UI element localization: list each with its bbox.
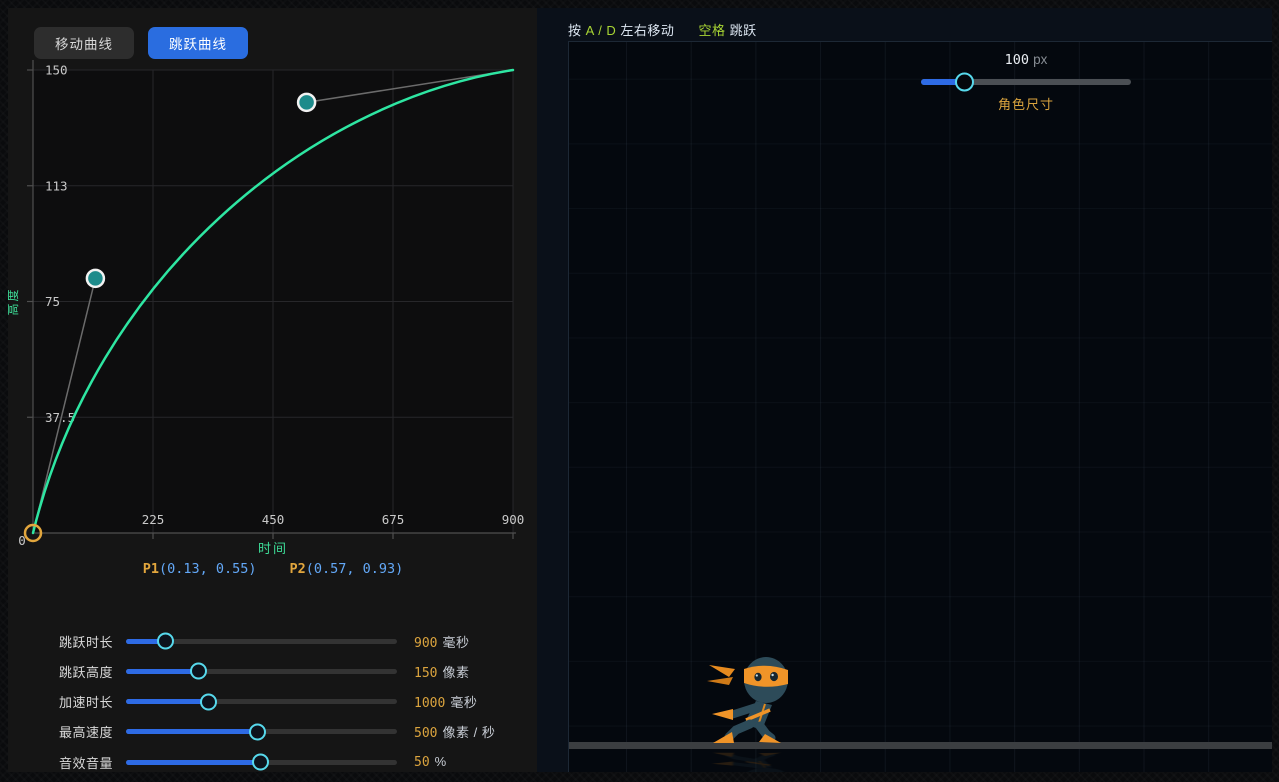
slider-thumb[interactable] xyxy=(190,663,207,680)
slider-thumb[interactable] xyxy=(200,693,217,710)
size-value-row: 100 px xyxy=(921,52,1131,68)
character-size-slider[interactable] xyxy=(921,79,1131,85)
p2-value: (0.57, 0.93) xyxy=(306,561,404,577)
settings-sliders: 跳跃时长900毫秒跳跃高度150像素加速时长1000毫秒最高速度500像素 / … xyxy=(59,630,537,772)
game-area: 100 px 角色尺寸 xyxy=(568,41,1272,772)
hint-jump-key: 空格 xyxy=(698,23,725,38)
slider-value-unit: % xyxy=(435,754,447,769)
slider-row: 音效音量 50% xyxy=(59,751,537,772)
game-panel: 按 A / D 左右移动 空格 跳跃 100 px 角色尺寸 xyxy=(537,8,1272,772)
slider-track[interactable] xyxy=(126,729,397,734)
slider-label: 跳跃时长 xyxy=(59,632,116,651)
y-axis-title: 高度 xyxy=(8,287,20,315)
size-value: 100 xyxy=(1005,52,1029,68)
hint-move-keys: A / D xyxy=(586,23,617,38)
hint-move: 按 A / D 左右移动 xyxy=(568,20,674,39)
x-tick-label: 675 xyxy=(382,512,405,527)
slider-value: 50% xyxy=(414,754,447,770)
slider-row: 跳跃时长 900 毫秒 xyxy=(59,630,537,652)
slider-value-number: 1000 xyxy=(414,696,445,711)
p1-value: (0.13, 0.55) xyxy=(159,561,257,577)
slider-fill xyxy=(126,760,260,765)
slider-value-unit: 毫秒 xyxy=(450,695,477,710)
controls-hint: 按 A / D 左右移动 空格 跳跃 xyxy=(568,20,757,39)
slider-thumb[interactable] xyxy=(955,73,974,92)
slider-fill xyxy=(126,669,198,674)
slider-thumb[interactable] xyxy=(252,754,269,771)
slider-track[interactable] xyxy=(126,669,397,674)
slider-value: 1000 毫秒 xyxy=(414,692,477,711)
character-size-control: 100 px 角色尺寸 xyxy=(921,52,1131,113)
slider-value-unit: 毫秒 xyxy=(442,635,469,650)
slider-value-unit: 像素 xyxy=(442,665,469,680)
p2-readout: P2(0.57, 0.93) xyxy=(290,561,404,578)
control-point-p2[interactable] xyxy=(298,94,315,111)
slider-thumb[interactable] xyxy=(249,723,266,740)
slider-label: 最高速度 xyxy=(59,722,116,741)
slider-value-unit: 像素 / 秒 xyxy=(442,725,495,740)
slider-value-number: 900 xyxy=(414,636,437,651)
slider-value: 150 像素 xyxy=(414,662,470,681)
slider-fill xyxy=(126,699,208,704)
bezier-curve-editor: 22545067590037.5751131500高度时间 xyxy=(8,8,537,608)
hint-jump: 空格 跳跃 xyxy=(698,20,756,39)
slider-track[interactable] xyxy=(126,639,397,644)
p1-readout: P1(0.13, 0.55) xyxy=(143,561,257,578)
slider-row: 跳跃高度 150 像素 xyxy=(59,660,537,682)
y-tick-label: 150 xyxy=(45,63,68,78)
curve-editor-panel: 移动曲线 跳跃曲线 22545067590037.5751131500高度时间 … xyxy=(8,8,537,772)
size-unit: px xyxy=(1033,52,1047,67)
x-tick-label: 225 xyxy=(142,512,165,527)
control-point-p1[interactable] xyxy=(87,270,104,287)
ninja-reflection xyxy=(699,752,799,772)
y-tick-label: 75 xyxy=(45,294,60,309)
p2-label: P2 xyxy=(290,561,306,577)
ninja-character xyxy=(699,655,799,745)
slider-value: 500 像素 / 秒 xyxy=(414,722,495,741)
slider-value: 900 毫秒 xyxy=(414,632,470,651)
slider-track[interactable] xyxy=(126,699,397,704)
slider-label: 加速时长 xyxy=(59,692,116,711)
x-tick-label: 900 xyxy=(502,512,525,527)
slider-label: 音效音量 xyxy=(59,753,116,772)
slider-value-number: 500 xyxy=(414,726,437,741)
p1-label: P1 xyxy=(143,561,159,577)
size-label: 角色尺寸 xyxy=(921,94,1131,113)
y-tick-label: 113 xyxy=(45,178,68,193)
slider-label: 跳跃高度 xyxy=(59,662,116,681)
slider-fill xyxy=(126,729,257,734)
x-axis-title: 时间 xyxy=(258,541,288,556)
bezier-readout: P1(0.13, 0.55) P2(0.57, 0.93) xyxy=(33,561,513,578)
slider-value-number: 150 xyxy=(414,666,437,681)
x-tick-label: 450 xyxy=(262,512,285,527)
slider-row: 加速时长 1000 毫秒 xyxy=(59,691,537,713)
app-screen: 移动曲线 跳跃曲线 22545067590037.5751131500高度时间 … xyxy=(0,0,1279,782)
slider-thumb[interactable] xyxy=(157,633,174,650)
ground xyxy=(569,742,1272,749)
slider-value-number: 50 xyxy=(414,755,430,770)
slider-track[interactable] xyxy=(126,760,397,765)
slider-row: 最高速度 500 像素 / 秒 xyxy=(59,721,537,743)
